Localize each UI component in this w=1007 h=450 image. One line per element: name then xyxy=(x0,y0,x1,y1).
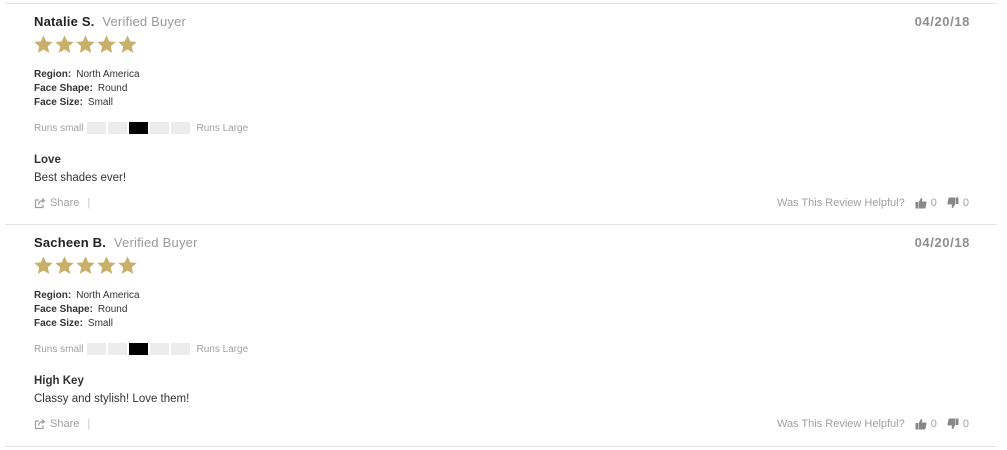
fit-segment xyxy=(171,122,191,134)
star-icon xyxy=(55,256,74,274)
review-card: Sacheen B. Verified Buyer 04/20/18 Regio… xyxy=(0,225,1007,447)
fit-scale: Runs small Runs Large xyxy=(34,122,248,134)
thumbs-up-button[interactable]: 0 xyxy=(915,418,937,430)
reviewer-attributes: Region: North America Face Shape: Round Fa… xyxy=(34,68,140,110)
fit-segment xyxy=(171,343,191,355)
thumbs-up-count: 0 xyxy=(930,197,937,209)
fit-high-label: Runs Large xyxy=(196,122,249,134)
fit-segment xyxy=(150,343,170,355)
star-rating xyxy=(33,34,138,56)
fit-bar xyxy=(87,343,192,355)
share-label: Share xyxy=(50,197,80,209)
divider xyxy=(5,446,997,447)
share-separator: | xyxy=(87,418,91,430)
fit-high-label: Runs Large xyxy=(196,343,249,355)
attribute-face-size: Face Size: Small xyxy=(34,318,113,329)
thumbs-down-icon xyxy=(947,418,959,429)
review-title: High Key xyxy=(34,375,84,387)
attribute-region: Region: North America xyxy=(34,69,140,80)
fit-segment-selected xyxy=(129,122,149,134)
reviews-list: Natalie S. Verified Buyer 04/20/18 Regio… xyxy=(0,0,1007,450)
helpful-section: Was This Review Helpful? 0 0 xyxy=(777,418,969,430)
fit-segment xyxy=(150,122,170,134)
fit-segment xyxy=(108,343,128,355)
thumbs-down-icon xyxy=(947,197,959,208)
thumbs-up-icon xyxy=(915,419,927,430)
reviewer-name: Natalie S. xyxy=(34,14,95,29)
share-icon xyxy=(34,419,46,430)
star-icon xyxy=(34,35,53,53)
star-rating xyxy=(33,255,138,277)
star-icon xyxy=(97,35,116,53)
attribute-region: Region: North America xyxy=(34,290,140,301)
fit-scale: Runs small Runs Large xyxy=(34,343,248,355)
review-body: Classy and stylish! Love them! xyxy=(34,393,190,405)
fit-low-label: Runs small xyxy=(34,122,84,134)
helpful-label: Was This Review Helpful? xyxy=(776,197,905,209)
share-icon xyxy=(34,198,46,209)
reviewer-line: Sacheen B. Verified Buyer xyxy=(34,235,198,250)
attribute-face-size: Face Size: Small xyxy=(34,97,113,108)
review-card: Natalie S. Verified Buyer 04/20/18 Regio… xyxy=(0,4,1007,226)
star-icon xyxy=(34,256,53,274)
review-body: Best shades ever! xyxy=(34,172,127,184)
star-icon xyxy=(118,35,137,53)
thumbs-down-count: 0 xyxy=(962,418,969,430)
thumbs-up-icon xyxy=(915,198,927,209)
star-icon xyxy=(97,256,116,274)
fit-segment xyxy=(87,122,107,134)
share-button[interactable]: Share | xyxy=(34,418,90,430)
thumbs-down-button[interactable]: 0 xyxy=(947,197,969,209)
reviewer-attributes: Region: North America Face Shape: Round Fa… xyxy=(34,289,140,331)
star-icon xyxy=(55,35,74,53)
attribute-face-shape: Face Shape: Round xyxy=(34,83,128,94)
thumbs-up-button[interactable]: 0 xyxy=(915,197,937,209)
thumbs-down-button[interactable]: 0 xyxy=(947,418,969,430)
verified-buyer-badge: Verified Buyer xyxy=(102,14,187,29)
attribute-face-shape: Face Shape: Round xyxy=(34,304,128,315)
fit-low-label: Runs small xyxy=(34,343,84,355)
fit-bar xyxy=(87,122,192,134)
fit-segment xyxy=(108,122,128,134)
share-label: Share xyxy=(50,418,80,430)
star-icon xyxy=(76,35,95,53)
star-icon xyxy=(76,256,95,274)
thumbs-up-count: 0 xyxy=(930,418,937,430)
helpful-label: Was This Review Helpful? xyxy=(776,418,905,430)
review-date: 04/20/18 xyxy=(914,235,970,250)
share-separator: | xyxy=(87,197,91,209)
reviewer-line: Natalie S. Verified Buyer xyxy=(34,14,186,29)
fit-segment xyxy=(87,343,107,355)
fit-segment-selected xyxy=(129,343,149,355)
thumbs-down-count: 0 xyxy=(962,197,969,209)
reviewer-name: Sacheen B. xyxy=(34,235,107,250)
verified-buyer-badge: Verified Buyer xyxy=(113,235,198,250)
review-title: Love xyxy=(34,154,61,166)
review-date: 04/20/18 xyxy=(914,14,970,29)
helpful-section: Was This Review Helpful? 0 0 xyxy=(777,197,969,209)
star-icon xyxy=(118,256,137,274)
share-button[interactable]: Share | xyxy=(34,197,90,209)
